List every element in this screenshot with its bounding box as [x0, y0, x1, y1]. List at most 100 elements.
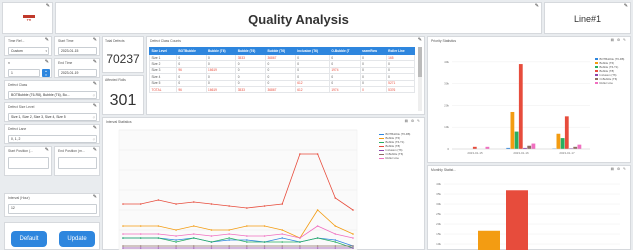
edit-icon[interactable]: ✎	[45, 38, 49, 43]
data-point	[316, 247, 319, 249]
legend-swatch	[379, 149, 384, 151]
table-column-header[interactable]: BOTBubble	[175, 47, 207, 55]
time-ref-select[interactable]: Custom ▾	[8, 47, 49, 55]
interval-stats-panel: Interval Statistics ▤ ⚙ ✎ BOTBubble (T6-…	[102, 117, 425, 250]
data-point	[299, 237, 301, 239]
total-defects-value: 70237	[106, 52, 140, 66]
edit-icon[interactable]: ✎	[535, 4, 539, 9]
legend-swatch	[379, 153, 384, 155]
data-point	[352, 233, 354, 235]
table-column-header[interactable]: Bubble (T6)	[235, 47, 267, 55]
y-tick-label: 30k	[436, 202, 441, 206]
interval-legend: BOTBubble (T6-R8) Bubble (T6) Bubble (T6-T…	[379, 132, 410, 160]
data-point	[281, 241, 284, 243]
edit-icon[interactable]: ✎	[45, 148, 49, 153]
start-position-panel: Start Position (... ✎	[4, 146, 52, 176]
end-position-input[interactable]	[58, 157, 97, 169]
data-point	[316, 225, 319, 227]
defect-class-label: Defect Class	[8, 83, 28, 87]
n-stepper[interactable]: ▴ ▾	[42, 69, 50, 77]
table-column-header[interactable]: Bubble (T6)	[205, 47, 237, 55]
table-cell: 96	[175, 85, 207, 94]
data-point	[210, 235, 213, 237]
data-point	[139, 245, 142, 247]
dropdown-icon: ◇	[92, 115, 95, 119]
data-point	[228, 237, 230, 239]
data-point	[122, 233, 124, 235]
data-point	[175, 247, 177, 249]
x-tick-label: 2023-01-15	[467, 151, 483, 155]
data-point	[122, 237, 124, 239]
legend-item[interactable]: Roller Line	[379, 156, 410, 160]
table-scrollbar[interactable]	[418, 47, 422, 111]
time-ref-panel: Time Ref... ✎ Custom ▾	[4, 36, 52, 56]
defect-class-select[interactable]: BOTBubble (T6-R8), Bubble (T6), Bu... ◇	[8, 91, 97, 99]
start-time-label: Start Time	[58, 39, 74, 43]
edit-icon[interactable]: ✎	[93, 38, 97, 43]
edit-icon[interactable]: ✎	[93, 126, 97, 131]
interval-input[interactable]: 12	[8, 204, 97, 214]
legend-swatch	[595, 73, 598, 77]
chart-toolbar[interactable]: ▤ ⚙ ✎	[611, 38, 627, 42]
start-position-input[interactable]	[8, 157, 49, 169]
data-point	[299, 247, 301, 249]
monthly-stats-panel: Monthly Statist... ▤ ⚙ ✎ 40k 35k 30k 25k 20k…	[427, 165, 631, 250]
monthly-stats-title: Monthly Statist...	[431, 168, 457, 172]
n-input[interactable]: 1	[8, 69, 40, 77]
bar	[577, 144, 582, 149]
edit-icon[interactable]: ✎	[93, 82, 97, 87]
data-point	[122, 245, 124, 247]
defect-lane-select[interactable]: 0, 1, 2 ◇	[8, 135, 97, 143]
y-tick-label: 35k	[436, 192, 441, 196]
data-point	[228, 245, 230, 247]
y-tick-label: 15k	[436, 232, 441, 236]
end-time-input[interactable]: 2023-01-19	[58, 69, 97, 77]
legend-swatch	[379, 141, 384, 143]
legend-label: Roller Line	[385, 156, 399, 160]
data-point	[263, 225, 266, 227]
edit-icon[interactable]: ✎	[46, 4, 50, 9]
data-point	[281, 229, 284, 231]
edit-icon[interactable]: ✎	[418, 38, 422, 43]
start-time-input[interactable]: 2023-01-15	[58, 47, 97, 55]
defect-table-title: Defect Class Counts	[150, 39, 181, 43]
data-point	[352, 209, 354, 211]
data-point	[175, 203, 177, 205]
edit-icon[interactable]: ✎	[93, 60, 97, 65]
data-point	[299, 153, 301, 155]
bar	[510, 111, 515, 149]
edit-icon[interactable]: ✎	[93, 148, 97, 153]
bar	[573, 146, 578, 149]
edit-icon[interactable]: ✎	[45, 60, 49, 65]
priority-bar-chart: 40k 30k 20k 10k 0 2023-01-15 2023-01-16 2023-01…	[444, 60, 590, 155]
table-column-header[interactable]: Size Level	[149, 47, 177, 55]
defect-table-panel: Defect Class Counts ✎ Size Level BOTBubbl…	[146, 36, 425, 115]
bar	[478, 230, 500, 250]
update-button[interactable]: Update	[59, 231, 95, 247]
edit-icon[interactable]: ✎	[93, 195, 97, 200]
table-column-header[interactable]: ssemRow	[359, 47, 387, 55]
dropdown-icon: ▾	[45, 49, 47, 53]
table-column-header[interactable]: Roller Line	[385, 47, 416, 55]
data-point	[175, 235, 177, 237]
table-column-header[interactable]: O-Bubble (T	[328, 47, 361, 55]
chart-toolbar[interactable]: ▤ ⚙ ✎	[611, 167, 627, 171]
y-tick-label: 40k	[444, 60, 449, 64]
table-column-header[interactable]: Inclusion (T6)	[294, 47, 330, 55]
data-point	[316, 237, 319, 239]
chart-toolbar[interactable]: ▤ ⚙ ✎	[405, 119, 421, 123]
edit-icon[interactable]: ✎	[93, 104, 97, 109]
data-point	[263, 247, 266, 249]
logo: TTI	[23, 15, 35, 23]
data-point	[246, 207, 248, 209]
total-defects-label: Total Defects	[105, 39, 125, 43]
edit-icon[interactable]: ✎	[624, 4, 628, 9]
legend-swatch	[595, 61, 598, 65]
data-point	[263, 205, 266, 207]
legend-item[interactable]: Roller Line	[595, 81, 624, 85]
table-column-header[interactable]: Bubble (T6)	[265, 47, 296, 55]
table-cell: 0	[359, 85, 387, 94]
default-button[interactable]: Default	[11, 231, 47, 247]
data-point	[122, 225, 124, 227]
defect-size-select[interactable]: Size 1, Size 2, Size 3, Size 4, Size 5 ◇	[8, 113, 97, 121]
